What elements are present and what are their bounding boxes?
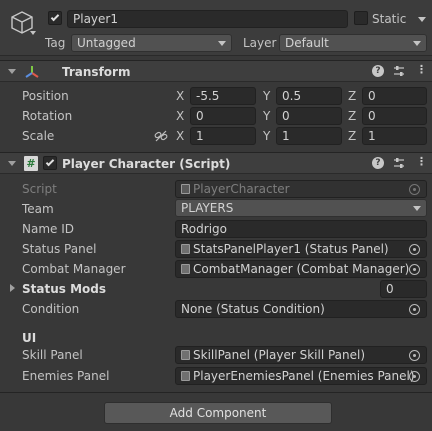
script-value: PlayerCharacter: [193, 182, 290, 196]
active-checkbox[interactable]: [48, 11, 62, 25]
script-component-header[interactable]: # Player Character (Script) ? ⋮: [0, 152, 432, 174]
foldout-arrow-icon[interactable]: [8, 69, 16, 74]
position-y-input[interactable]: 0.5: [276, 87, 342, 105]
condition-object-field[interactable]: None (Status Condition): [175, 300, 427, 318]
tag-label: Tag: [45, 36, 66, 50]
ui-section-header: UI: [22, 331, 37, 345]
kebab-menu-icon[interactable]: ⋮: [416, 64, 427, 76]
team-value: PLAYERS: [181, 201, 234, 215]
status-mods-foldout-arrow-icon[interactable]: [10, 284, 15, 292]
chevron-down-icon: [413, 206, 421, 211]
name-id-input[interactable]: Rodrigo: [175, 220, 427, 238]
transform-axes-icon: [25, 66, 39, 78]
checkmark-icon: [45, 157, 55, 167]
name-id-label: Name ID: [22, 222, 74, 236]
rotation-label: Rotation: [22, 109, 73, 123]
component-reference-icon: [181, 244, 190, 254]
chevron-down-icon: [218, 41, 226, 46]
kebab-menu-icon[interactable]: ⋮: [416, 156, 427, 168]
object-picker-icon: [409, 184, 420, 195]
tag-dropdown[interactable]: Untagged: [71, 34, 232, 52]
component-reference-icon: [181, 371, 190, 381]
position-label: Position: [22, 89, 69, 103]
icon-dropdown-arrow[interactable]: [30, 31, 36, 35]
script-object-field: PlayerCharacter: [175, 180, 427, 198]
rotation-x-axis-label[interactable]: X: [176, 108, 184, 124]
rotation-x-input[interactable]: 0: [190, 107, 256, 125]
rotation-y-input[interactable]: 0: [276, 107, 342, 125]
position-y-axis-label[interactable]: Y: [263, 88, 270, 104]
team-label: Team: [22, 202, 54, 216]
rotation-z-axis-label[interactable]: Z: [348, 108, 356, 124]
status-panel-object-field[interactable]: StatsPanelPlayer1 (Status Panel): [175, 240, 427, 258]
component-reference-icon: [181, 264, 190, 274]
chevron-down-icon: [413, 41, 421, 46]
scale-z-axis-label[interactable]: Z: [348, 128, 356, 144]
position-z-axis-label[interactable]: Z: [348, 88, 356, 104]
static-checkbox[interactable]: [354, 11, 368, 25]
help-icon[interactable]: ?: [372, 157, 384, 169]
presets-icon[interactable]: [393, 157, 405, 169]
checkmark-icon: [50, 12, 60, 22]
position-z-input[interactable]: 0: [362, 87, 427, 105]
condition-label: Condition: [22, 302, 80, 316]
combat-manager-value: CombatManager (Combat Manager): [193, 262, 410, 276]
object-picker-icon[interactable]: [409, 264, 420, 275]
script-component-title: Player Character (Script): [62, 157, 231, 171]
script-asset-icon: [181, 184, 190, 194]
skill-panel-label: Skill Panel: [22, 348, 83, 362]
condition-value: None (Status Condition): [181, 302, 325, 316]
constrain-proportions-link-icon[interactable]: [154, 129, 168, 143]
layer-label: Layer: [243, 36, 277, 50]
static-dropdown-arrow[interactable]: [418, 17, 426, 22]
script-label: Script: [22, 182, 57, 196]
scale-z-input[interactable]: 1: [362, 127, 427, 145]
enemies-panel-value: PlayerEnemiesPanel (Enemies Panel): [193, 369, 415, 383]
add-component-button[interactable]: Add Component: [104, 402, 332, 424]
scale-y-axis-label[interactable]: Y: [263, 128, 270, 144]
help-icon[interactable]: ?: [372, 65, 384, 77]
object-picker-icon[interactable]: [409, 350, 420, 361]
layer-value: Default: [285, 36, 329, 50]
object-picker-icon[interactable]: [409, 304, 420, 315]
component-enabled-checkbox[interactable]: [43, 156, 57, 170]
combat-manager-object-field[interactable]: CombatManager (Combat Manager): [175, 260, 427, 278]
rotation-y-axis-label[interactable]: Y: [263, 108, 270, 124]
object-picker-icon[interactable]: [409, 371, 420, 382]
scale-x-input[interactable]: 1: [190, 127, 256, 145]
object-picker-icon[interactable]: [409, 244, 420, 255]
transform-title: Transform: [62, 65, 131, 79]
position-x-axis-label[interactable]: X: [176, 88, 184, 104]
enemies-panel-label: Enemies Panel: [22, 369, 110, 383]
status-panel-label: Status Panel: [22, 242, 97, 256]
scale-label: Scale: [22, 129, 55, 143]
status-panel-value: StatsPanelPlayer1 (Status Panel): [193, 242, 389, 256]
rotation-z-input[interactable]: 0: [362, 107, 427, 125]
team-dropdown[interactable]: PLAYERS: [175, 199, 427, 217]
combat-manager-label: Combat Manager: [22, 262, 126, 276]
static-label: Static: [372, 12, 407, 26]
presets-icon[interactable]: [393, 65, 405, 77]
component-divider: [0, 392, 432, 393]
tag-value: Untagged: [77, 36, 136, 50]
foldout-arrow-icon[interactable]: [8, 161, 16, 166]
csharp-script-icon: #: [24, 156, 38, 171]
layer-dropdown[interactable]: Default: [279, 34, 427, 52]
position-x-input[interactable]: -5.5: [190, 87, 256, 105]
skill-panel-object-field[interactable]: SkillPanel (Player Skill Panel): [175, 346, 427, 364]
enemies-panel-object-field[interactable]: PlayerEnemiesPanel (Enemies Panel): [175, 367, 427, 385]
scale-y-input[interactable]: 1: [276, 127, 342, 145]
skill-panel-value: SkillPanel (Player Skill Panel): [193, 348, 366, 362]
transform-header[interactable]: Transform ? ⋮: [0, 60, 432, 82]
scale-x-axis-label[interactable]: X: [176, 128, 184, 144]
add-component-label: Add Component: [169, 406, 267, 420]
status-mods-label[interactable]: Status Mods: [22, 281, 106, 297]
status-mods-size-input[interactable]: 0: [380, 280, 427, 298]
component-reference-icon: [181, 350, 190, 360]
gameobject-name-input[interactable]: Player1: [67, 10, 348, 28]
